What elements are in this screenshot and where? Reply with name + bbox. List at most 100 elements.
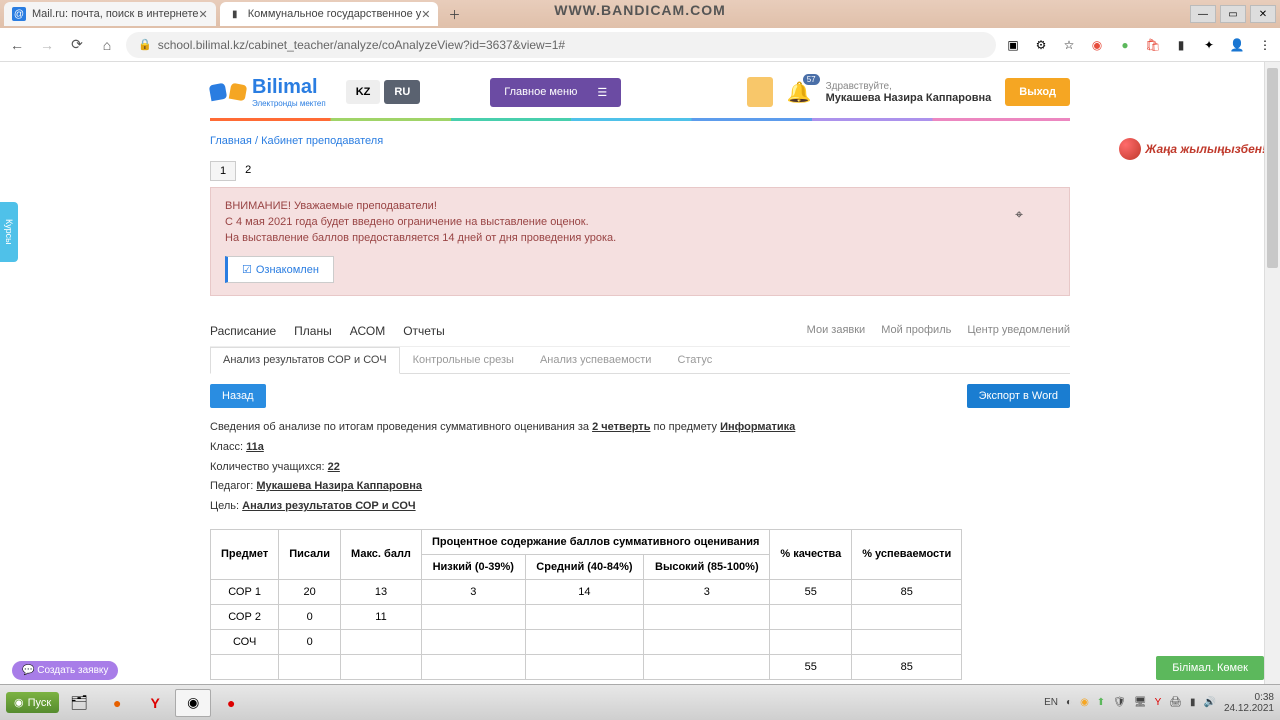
tray-icon[interactable]: ◉ <box>1080 697 1089 708</box>
tray-icon[interactable]: 🛡 <box>1113 697 1126 708</box>
menu-icon[interactable]: ⋮ <box>1256 36 1274 54</box>
close-icon[interactable]: ✕ <box>421 8 430 21</box>
tray-icon[interactable]: ▮ <box>1190 697 1196 708</box>
tray-icon[interactable]: 🖥 <box>1134 697 1147 708</box>
tab-reports[interactable]: Отчеты <box>403 324 444 338</box>
subtab-analysis[interactable]: Анализ результатов СОР и СОЧ <box>210 347 400 374</box>
bandicam-icon[interactable]: ● <box>213 689 249 717</box>
yandex-icon[interactable]: Y <box>137 689 173 717</box>
windows-taskbar: ◉ Пуск 🗂 ● Y ◉ ● EN ◐ ◉ ⬆ 🛡 🖥 Y 🖨 ▮ 🔊 0:… <box>0 684 1280 720</box>
subtab-status[interactable]: Статус <box>664 347 725 373</box>
bilimal-favicon: ▮ <box>228 7 242 21</box>
page-1[interactable]: 1 <box>210 161 236 181</box>
tab-schedule[interactable]: Расписание <box>210 324 276 338</box>
browser-tab-mail[interactable]: @ Mail.ru: почта, поиск в интернете ✕ <box>4 2 216 26</box>
sub-tabs: Анализ результатов СОР и СОЧ Контрольные… <box>210 347 1070 374</box>
firefox-icon[interactable]: ● <box>99 689 135 717</box>
ext-green-icon[interactable]: ● <box>1116 36 1134 54</box>
lock-icon: 🔒 <box>138 38 152 51</box>
site-header: Bilimal Электронды мектеп KZ RU Главное … <box>210 62 1070 118</box>
help-button[interactable]: Білімал. Көмек <box>1156 656 1264 680</box>
tab-plans[interactable]: Планы <box>294 324 332 338</box>
tab-acom[interactable]: АСОМ <box>350 324 385 338</box>
url-text: school.bilimal.kz/cabinet_teacher/analyz… <box>158 38 565 52</box>
clock[interactable]: 0:38 24.12.2021 <box>1224 692 1274 714</box>
tray-lang[interactable]: EN <box>1044 697 1058 708</box>
qr-icon[interactable]: ▣ <box>1004 36 1022 54</box>
scroll-thumb[interactable] <box>1267 68 1278 268</box>
table-row: СОР 12013 3143 5585 <box>211 579 962 604</box>
explorer-icon[interactable]: 🗂 <box>61 689 97 717</box>
page-2[interactable]: 2 <box>236 161 260 181</box>
link-requests[interactable]: Мои заявки <box>807 324 866 338</box>
th-progress: % успеваемости <box>852 529 962 579</box>
logo[interactable]: Bilimal Электронды мектеп <box>210 76 326 108</box>
extensions-icon[interactable]: ✦ <box>1200 36 1218 54</box>
forward-icon[interactable]: → <box>36 34 58 56</box>
notifications-button[interactable]: 🔔 57 <box>787 80 812 105</box>
user-name: Мукашева Назира Каппаровна <box>826 92 992 104</box>
breadcrumb-home[interactable]: Главная <box>210 135 252 147</box>
tray-icon[interactable]: Y <box>1155 697 1162 708</box>
th-percent: Процентное содержание баллов суммативног… <box>421 529 769 554</box>
logout-button[interactable]: Выход <box>1005 78 1070 106</box>
minimize-button[interactable]: — <box>1190 5 1216 23</box>
profile-icon[interactable]: 👤 <box>1228 36 1246 54</box>
browser-tab-bilimal[interactable]: ▮ Коммунальное государственное у ✕ <box>220 2 439 26</box>
link-profile[interactable]: Мой профиль <box>881 324 951 338</box>
side-courses-tab[interactable]: Курсы <box>0 202 18 262</box>
acknowledge-button[interactable]: ☑ Ознакомлен <box>225 256 334 283</box>
settings-icon[interactable]: ⚙ <box>1032 36 1050 54</box>
alert-line1: ВНИМАНИЕ! Уважаемые преподаватели! <box>225 200 1055 212</box>
pager: 1 2 <box>210 161 1070 181</box>
tray-icon[interactable]: ⬆ <box>1097 697 1105 708</box>
link-notif-center[interactable]: Центр уведомлений <box>967 324 1070 338</box>
chrome-icon[interactable]: ◉ <box>175 689 211 717</box>
start-button[interactable]: ◉ Пуск <box>6 692 59 713</box>
tray-icon[interactable]: ◐ <box>1066 697 1072 708</box>
export-word-button[interactable]: Экспорт в Word <box>967 384 1070 408</box>
vertical-scrollbar[interactable] <box>1264 62 1280 684</box>
tray-icon[interactable]: 🖨 <box>1169 697 1182 708</box>
check-icon: ☑ <box>242 263 252 276</box>
subject-link[interactable]: Информатика <box>720 421 795 433</box>
th-subject: Предмет <box>211 529 279 579</box>
subtab-control[interactable]: Контрольные срезы <box>400 347 527 373</box>
quarter-link[interactable]: 2 четверть <box>592 421 650 433</box>
document-icon[interactable] <box>747 77 773 107</box>
notif-badge: 57 <box>803 74 820 85</box>
star-icon[interactable]: ☆ <box>1060 36 1078 54</box>
analysis-table: Предмет Писали Макс. балл Процентное сод… <box>210 529 962 680</box>
back-button[interactable]: Назад <box>210 384 266 408</box>
tray-icon[interactable]: 🔊 <box>1203 697 1215 708</box>
th-low: Низкий (0-39%) <box>421 554 525 579</box>
maximize-button[interactable]: ▭ <box>1220 5 1246 23</box>
url-input[interactable]: 🔒 school.bilimal.kz/cabinet_teacher/anal… <box>126 32 996 58</box>
create-request-button[interactable]: 💬 Создать заявку <box>12 661 118 680</box>
ext-dark-icon[interactable]: ▮ <box>1172 36 1190 54</box>
adblock-icon[interactable]: ◉ <box>1088 36 1106 54</box>
lang-ru-button[interactable]: RU <box>384 80 420 104</box>
ext-red-icon[interactable]: 🛍 <box>1144 36 1162 54</box>
new-tab-button[interactable]: ＋ <box>442 2 466 26</box>
burger-icon: ☰ <box>597 86 607 99</box>
th-mid: Средний (40-84%) <box>525 554 644 579</box>
close-button[interactable]: ✕ <box>1250 5 1276 23</box>
tab-title: Mail.ru: почта, поиск в интернете <box>32 8 199 20</box>
lang-kz-button[interactable]: KZ <box>346 80 381 104</box>
th-max: Макс. балл <box>341 529 422 579</box>
table-row: СОЧ0 <box>211 629 962 654</box>
browser-titlebar: @ Mail.ru: почта, поиск в интернете ✕ ▮ … <box>0 0 1280 28</box>
goal-value: Анализ результатов СОР и СОЧ <box>242 500 415 512</box>
tab-title: Коммунальное государственное у <box>248 8 421 20</box>
main-menu-button[interactable]: Главное меню ☰ <box>490 78 621 107</box>
subtab-progress[interactable]: Анализ успеваемости <box>527 347 664 373</box>
breadcrumb-current[interactable]: Кабинет преподавателя <box>261 135 383 147</box>
reload-icon[interactable]: ⟳ <box>66 34 88 56</box>
main-menu-label: Главное меню <box>504 86 577 98</box>
home-icon[interactable]: ⌂ <box>96 34 118 56</box>
cursor-icon: ⌖ <box>1015 206 1023 223</box>
close-icon[interactable]: ✕ <box>199 8 208 21</box>
back-icon[interactable]: ← <box>6 34 28 56</box>
alert-notice: ВНИМАНИЕ! Уважаемые преподаватели! С 4 м… <box>210 187 1070 296</box>
